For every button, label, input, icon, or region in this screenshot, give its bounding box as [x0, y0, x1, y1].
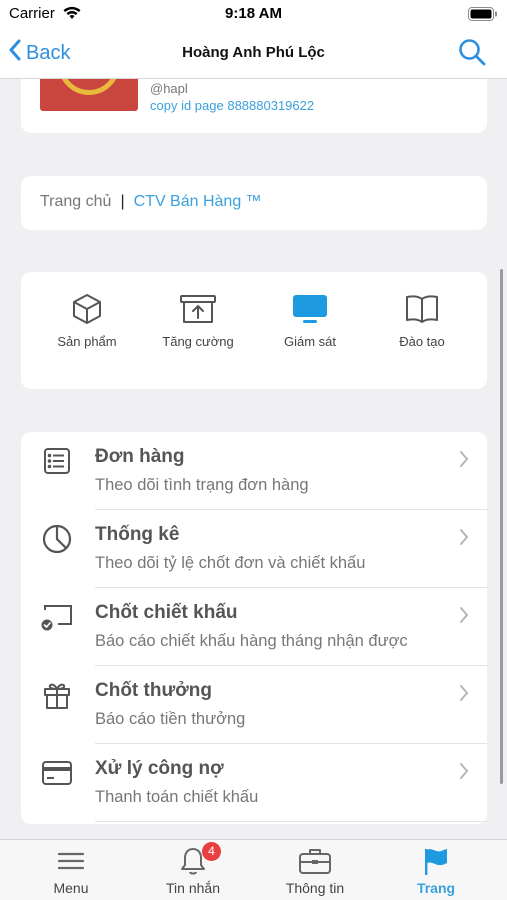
tab-label: Thông tin	[285, 880, 345, 896]
menu-item-subtitle: Báo cáo tiền thưởng	[95, 710, 246, 728]
tab-san-pham[interactable]: Sản phẩm	[31, 290, 143, 349]
copy-id-link[interactable]: copy id page 888880319622	[150, 98, 314, 113]
menu-item-xu-ly-cong-no[interactable]: Xử lý công nợ Thanh toán chiết khấu	[21, 744, 487, 822]
search-icon	[457, 39, 487, 71]
tab-label: Menu	[53, 880, 89, 896]
tab-menu[interactable]: Menu	[8, 840, 134, 900]
flag-icon	[373, 846, 499, 876]
tab-label: Giám sát	[283, 334, 336, 349]
chevron-right-icon	[459, 762, 469, 785]
gift-icon	[40, 678, 74, 712]
menu-item-subtitle: Báo cáo chiết khấu hàng tháng nhận được	[95, 632, 408, 650]
menu-item-title: Đơn hàng	[95, 446, 185, 467]
bell-icon	[130, 846, 256, 876]
upload-box-icon	[142, 290, 254, 328]
menu-item-subtitle: Theo dõi tình trạng đơn hàng	[95, 476, 309, 494]
tab-label: Tin nhắn	[166, 880, 220, 896]
chevron-right-icon	[459, 684, 469, 707]
scroll-content[interactable]: @hapl copy id page 888880319622 Trang ch…	[0, 79, 507, 839]
tab-tang-cuong[interactable]: Tăng cường	[142, 290, 254, 349]
tab-label: Sản phẩm	[57, 334, 117, 349]
breadcrumb-separator: |	[120, 193, 125, 210]
battery-icon	[468, 7, 498, 25]
book-icon	[366, 290, 478, 328]
tab-label: Trang	[416, 880, 456, 896]
cast-check-icon	[40, 600, 74, 634]
menu-item-title: Thống kê	[95, 524, 180, 545]
hamburger-icon	[8, 846, 134, 876]
chevron-right-icon	[459, 528, 469, 551]
menu-item-title: Chốt thưởng	[95, 680, 212, 701]
tab-tin-nhan[interactable]: 4 Tin nhắn	[130, 840, 256, 900]
tab-giam-sat[interactable]: Giám sát	[254, 290, 366, 349]
status-time: 9:18 AM	[225, 5, 282, 22]
menu-item-subtitle: Theo dõi tỷ lệ chốt đơn và chiết khấu	[95, 554, 366, 572]
chevron-right-icon	[459, 606, 469, 629]
search-button[interactable]	[457, 37, 487, 72]
category-tabs: Sản phẩm Tăng cường Giám sát Đào tạo	[21, 272, 487, 389]
scrollbar[interactable]	[500, 269, 503, 784]
menu-item-subtitle: Thanh toán chiết khấu	[95, 788, 259, 806]
tab-label: Đào tạo	[399, 334, 445, 349]
tab-thong-tin[interactable]: Thông tin	[252, 840, 378, 900]
menu-item-thong-ke[interactable]: Thống kê Theo dõi tỷ lệ chốt đơn và chiế…	[21, 510, 487, 588]
profile-card: @hapl copy id page 888880319622	[21, 79, 487, 133]
menu-item-chot-chiet-khau[interactable]: Chốt chiết khấu Báo cáo chiết khấu hàng …	[21, 588, 487, 666]
profile-handle: @hapl	[150, 81, 188, 96]
menu-item-title: Xử lý công nợ	[95, 758, 224, 779]
profile-avatar	[40, 79, 138, 111]
breadcrumb: Trang chủ | CTV Bán Hàng ™	[40, 193, 262, 211]
breadcrumb-home[interactable]: Trang chủ	[40, 193, 111, 211]
breadcrumb-current[interactable]: CTV Bán Hàng ™	[134, 193, 262, 211]
tab-bar: Menu 4 Tin nhắn Thông tin Trang	[0, 839, 507, 900]
menu-item-title: Chốt chiết khấu	[95, 602, 238, 623]
notification-badge: 4	[202, 842, 221, 861]
box-icon	[31, 290, 143, 328]
tab-label: Tăng cường	[162, 334, 234, 349]
menu-list: Đơn hàng Theo dõi tình trạng đơn hàng Th…	[21, 432, 487, 824]
list-icon	[40, 444, 74, 478]
pie-chart-icon	[40, 522, 74, 556]
status-bar: Carrier 9:18 AM	[0, 0, 507, 28]
tab-trang[interactable]: Trang	[373, 840, 499, 900]
menu-item-chot-thuong[interactable]: Chốt thưởng Báo cáo tiền thưởng	[21, 666, 487, 744]
breadcrumb-card: Trang chủ | CTV Bán Hàng ™	[21, 176, 487, 230]
monitor-icon	[254, 290, 366, 328]
tab-dao-tao[interactable]: Đào tạo	[366, 290, 478, 349]
chevron-right-icon	[459, 450, 469, 473]
page-title: Hoàng Anh Phú Lộc	[182, 44, 325, 61]
menu-item-don-hang[interactable]: Đơn hàng Theo dõi tình trạng đơn hàng	[21, 432, 487, 510]
briefcase-icon	[252, 846, 378, 876]
navigation-bar: Back Hoàng Anh Phú Lộc	[0, 28, 507, 79]
divider	[95, 821, 487, 822]
credit-card-icon	[40, 756, 74, 790]
